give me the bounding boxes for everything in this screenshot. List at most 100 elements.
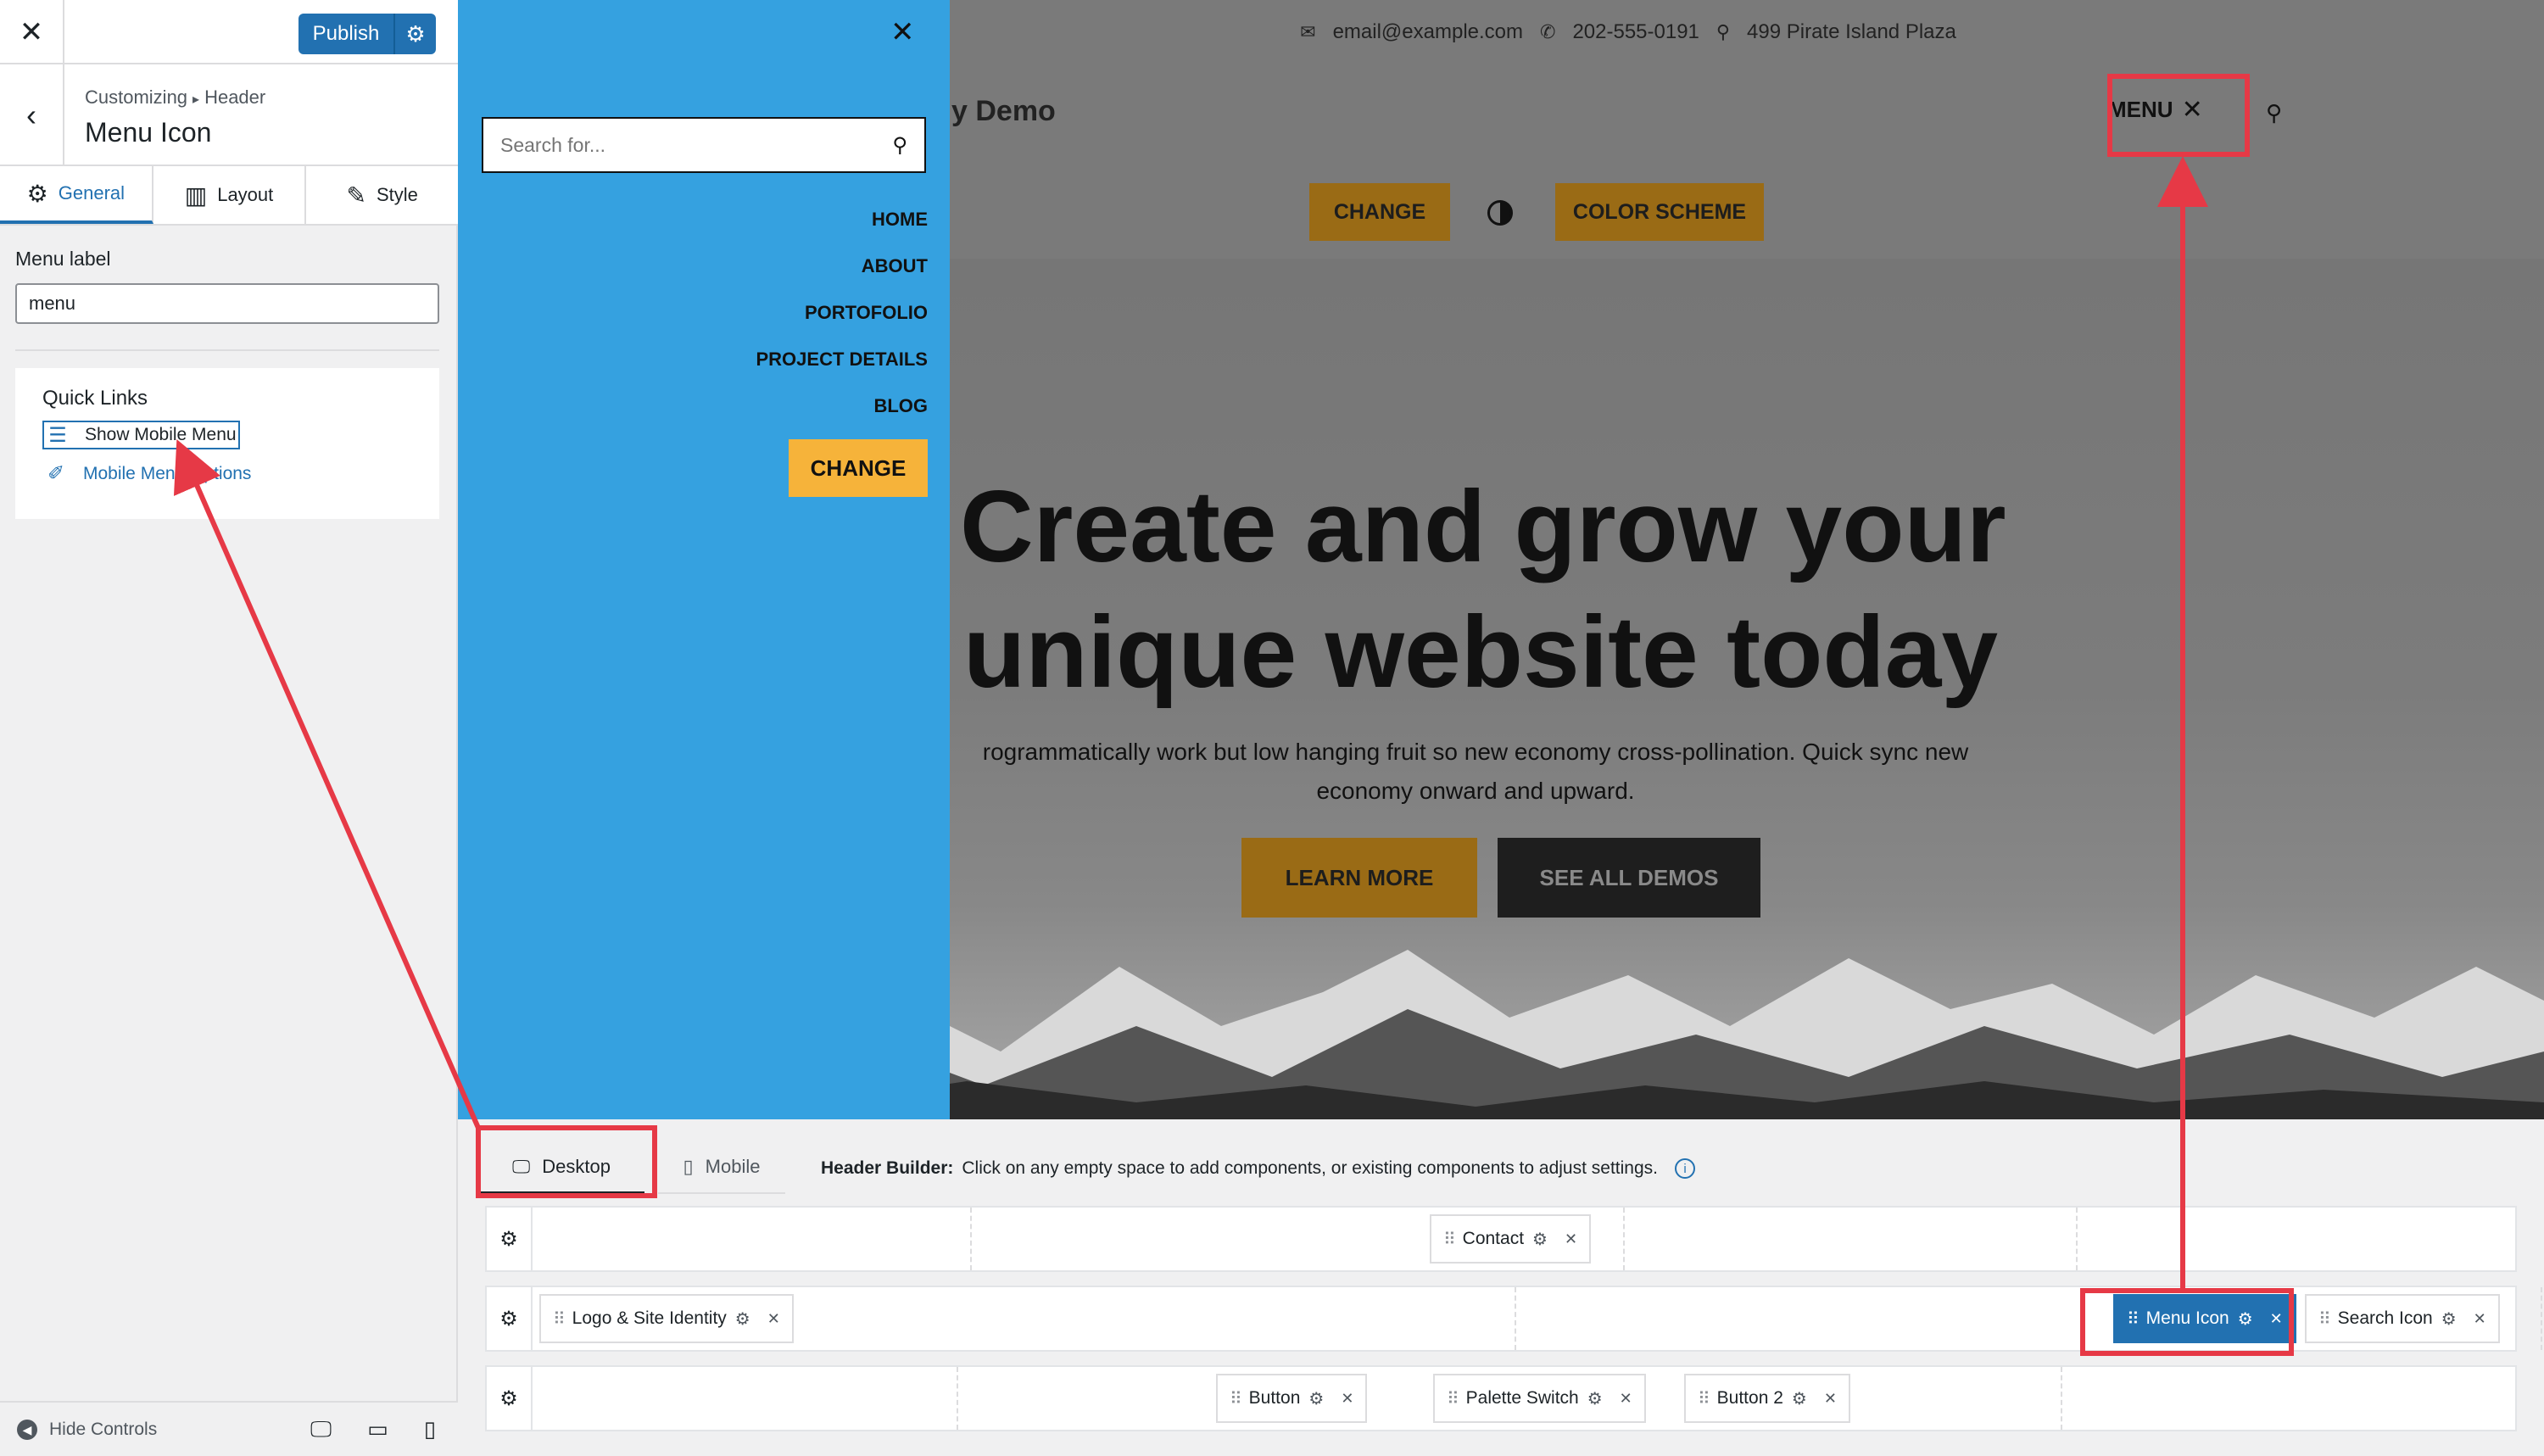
hide-controls-label: Hide Controls (49, 1420, 158, 1439)
remove-component-icon[interactable]: ✕ (2474, 1310, 2486, 1328)
button-component[interactable]: ⠿ Button ⚙ ✕ (1216, 1374, 1368, 1423)
builder-hint-title: Header Builder: (821, 1158, 954, 1178)
pin-icon: ✐ (47, 462, 65, 485)
mobile-device-icon[interactable]: ▯ (424, 1416, 436, 1443)
drawer-close-icon[interactable]: ✕ (890, 15, 915, 49)
builder-zone[interactable] (533, 1367, 958, 1430)
desktop-monitor-icon: 🖵 (512, 1155, 531, 1177)
tab-layout[interactable]: ▥ Layout (153, 166, 307, 224)
drawer-search-input[interactable] (500, 133, 893, 157)
builder-zone[interactable] (1625, 1208, 2078, 1270)
component-gear-icon[interactable]: ⚙ (1308, 1388, 1324, 1409)
publish-label: Publish (312, 22, 380, 45)
builder-tab-desktop-label: Desktop (542, 1155, 611, 1177)
component-gear-icon[interactable]: ⚙ (1532, 1229, 1548, 1250)
contrast-toggle-icon[interactable] (1487, 200, 1513, 226)
builder-zone[interactable] (533, 1208, 972, 1270)
panel-tabs: ⚙ General ▥ Layout ✎ Style (0, 166, 458, 226)
breadcrumb-root: Customizing (85, 86, 188, 108)
remove-component-icon[interactable]: ✕ (1565, 1230, 1577, 1248)
search-icon-label: Search Icon (2337, 1308, 2433, 1328)
drawer-menu-list: HOME ABOUT PORTOFOLIO PROJECT DETAILS BL… (756, 205, 928, 438)
info-icon[interactable]: i (1675, 1158, 1695, 1179)
menu-toggle-label: MENU (2108, 97, 2173, 122)
show-mobile-menu-link[interactable]: ☰ Show Mobile Menu (42, 421, 240, 449)
component-gear-icon[interactable]: ⚙ (735, 1308, 750, 1330)
button-2-component[interactable]: ⠿ Button 2 ⚙ ✕ (1684, 1374, 1850, 1423)
brush-icon: ✎ (346, 181, 366, 209)
remove-component-icon[interactable]: ✕ (767, 1310, 780, 1328)
menu-icon-component[interactable]: ⠿ Menu Icon ⚙ ✕ (2113, 1294, 2296, 1343)
publish-button[interactable]: Publish ⚙ (298, 14, 436, 54)
menu-label-input[interactable] (15, 283, 439, 324)
search-icon[interactable]: ⚲ (2266, 100, 2282, 126)
site-preview: ✉ email@example.com ✆ 202-555-0191 ⚲ 499… (458, 0, 2544, 1119)
tab-general-label: General (58, 182, 126, 204)
close-icon[interactable]: ✕ (0, 0, 64, 64)
remove-component-icon[interactable]: ✕ (1341, 1390, 1353, 1408)
tab-style[interactable]: ✎ Style (306, 166, 458, 224)
phone-text[interactable]: 202-555-0191 (1572, 20, 1699, 44)
phone-icon: ✆ (1540, 21, 1556, 42)
tab-general[interactable]: ⚙ General (0, 166, 153, 224)
palette-switch-component[interactable]: ⠿ Palette Switch ⚙ ✕ (1433, 1374, 1646, 1423)
menu-label-title: Menu label (15, 248, 111, 270)
change-button[interactable]: CHANGE (1309, 183, 1450, 241)
drag-handle-icon[interactable]: ⠿ (2127, 1308, 2140, 1330)
back-arrow-icon[interactable]: ‹ (0, 64, 64, 166)
email-text[interactable]: email@example.com (1333, 20, 1523, 44)
component-gear-icon[interactable]: ⚙ (1587, 1388, 1603, 1409)
tablet-device-icon[interactable]: ▭ (367, 1416, 388, 1443)
builder-row-bottom[interactable]: ⚙ ⠿ Button ⚙ ✕ ⠿ Palette Switch ⚙ ✕ ⠿ Bu… (485, 1365, 2517, 1431)
drawer-menu-item-portofolio[interactable]: PORTOFOLIO (756, 298, 928, 345)
drag-handle-icon[interactable]: ⠿ (1698, 1388, 1710, 1409)
close-icon: ✕ (2181, 96, 2203, 124)
panel-header: ✕ Publish ⚙ (0, 0, 458, 64)
builder-row-top[interactable]: ⚙ ⠿ Contact ⚙ ✕ (485, 1206, 2517, 1272)
hide-controls-button[interactable]: ◀ Hide Controls (17, 1420, 157, 1440)
drag-handle-icon[interactable]: ⠿ (1443, 1229, 1456, 1250)
builder-tab-mobile[interactable]: ▯ Mobile (658, 1141, 785, 1194)
breadcrumb-separator: ▸ (192, 92, 200, 107)
drawer-change-button[interactable]: CHANGE (789, 439, 928, 497)
drag-handle-icon[interactable]: ⠿ (1230, 1388, 1242, 1409)
drawer-menu-item-home[interactable]: HOME (756, 205, 928, 252)
logo-site-identity-component[interactable]: ⠿ Logo & Site Identity ⚙ ✕ (539, 1294, 794, 1343)
quick-links-box: Quick Links ☰ Show Mobile Menu ✐ Mobile … (15, 368, 439, 519)
component-gear-icon[interactable]: ⚙ (2441, 1308, 2457, 1330)
component-gear-icon[interactable]: ⚙ (1792, 1388, 1807, 1409)
row-settings-gear-icon[interactable]: ⚙ (487, 1367, 533, 1430)
mobile-phone-icon: ▯ (683, 1156, 694, 1177)
desktop-device-icon[interactable]: 🖵 (310, 1416, 332, 1443)
drag-handle-icon[interactable]: ⠿ (2318, 1308, 2331, 1330)
drag-handle-icon[interactable]: ⠿ (553, 1308, 566, 1330)
row-settings-gear-icon[interactable]: ⚙ (487, 1208, 533, 1270)
component-gear-icon[interactable]: ⚙ (2238, 1308, 2253, 1330)
color-scheme-button[interactable]: COLOR SCHEME (1555, 183, 1764, 241)
button-2-label: Button 2 (1716, 1388, 1783, 1408)
builder-tab-desktop[interactable]: 🖵 Desktop (478, 1141, 644, 1194)
menu-icon-label: Menu Icon (2145, 1308, 2229, 1328)
drawer-menu-item-blog[interactable]: BLOG (756, 392, 928, 438)
remove-component-icon[interactable]: ✕ (1824, 1390, 1837, 1408)
menu-toggle-button[interactable]: MENU ✕ (2108, 95, 2203, 125)
see-all-demos-button[interactable]: SEE ALL DEMOS (1498, 838, 1760, 918)
learn-more-button[interactable]: LEARN MORE (1241, 838, 1477, 918)
remove-component-icon[interactable]: ✕ (2270, 1310, 2283, 1328)
site-title[interactable]: y Demo (951, 95, 1056, 128)
drawer-menu-item-project-details[interactable]: PROJECT DETAILS (756, 345, 928, 392)
tab-style-label: Style (376, 184, 418, 205)
builder-row-main[interactable]: ⚙ ⠿ Logo & Site Identity ⚙ ✕ ⠿ Menu Icon… (485, 1286, 2542, 1352)
mobile-menu-options-link[interactable]: ✐ Mobile Menu Options (42, 461, 252, 486)
layout-icon: ▥ (184, 181, 208, 209)
contact-label: Contact (1462, 1229, 1525, 1248)
row-settings-gear-icon[interactable]: ⚙ (487, 1287, 533, 1350)
remove-component-icon[interactable]: ✕ (1620, 1390, 1632, 1408)
search-icon[interactable]: ⚲ (892, 133, 907, 158)
search-icon-component[interactable]: ⠿ Search Icon ⚙ ✕ (2305, 1294, 2500, 1343)
drawer-search-box: ⚲ (482, 117, 926, 173)
contact-component[interactable]: ⠿ Contact ⚙ ✕ (1430, 1214, 1592, 1264)
drawer-menu-item-about[interactable]: ABOUT (756, 252, 928, 298)
publish-settings-gear-icon[interactable]: ⚙ (393, 14, 436, 54)
drag-handle-icon[interactable]: ⠿ (1447, 1388, 1459, 1409)
